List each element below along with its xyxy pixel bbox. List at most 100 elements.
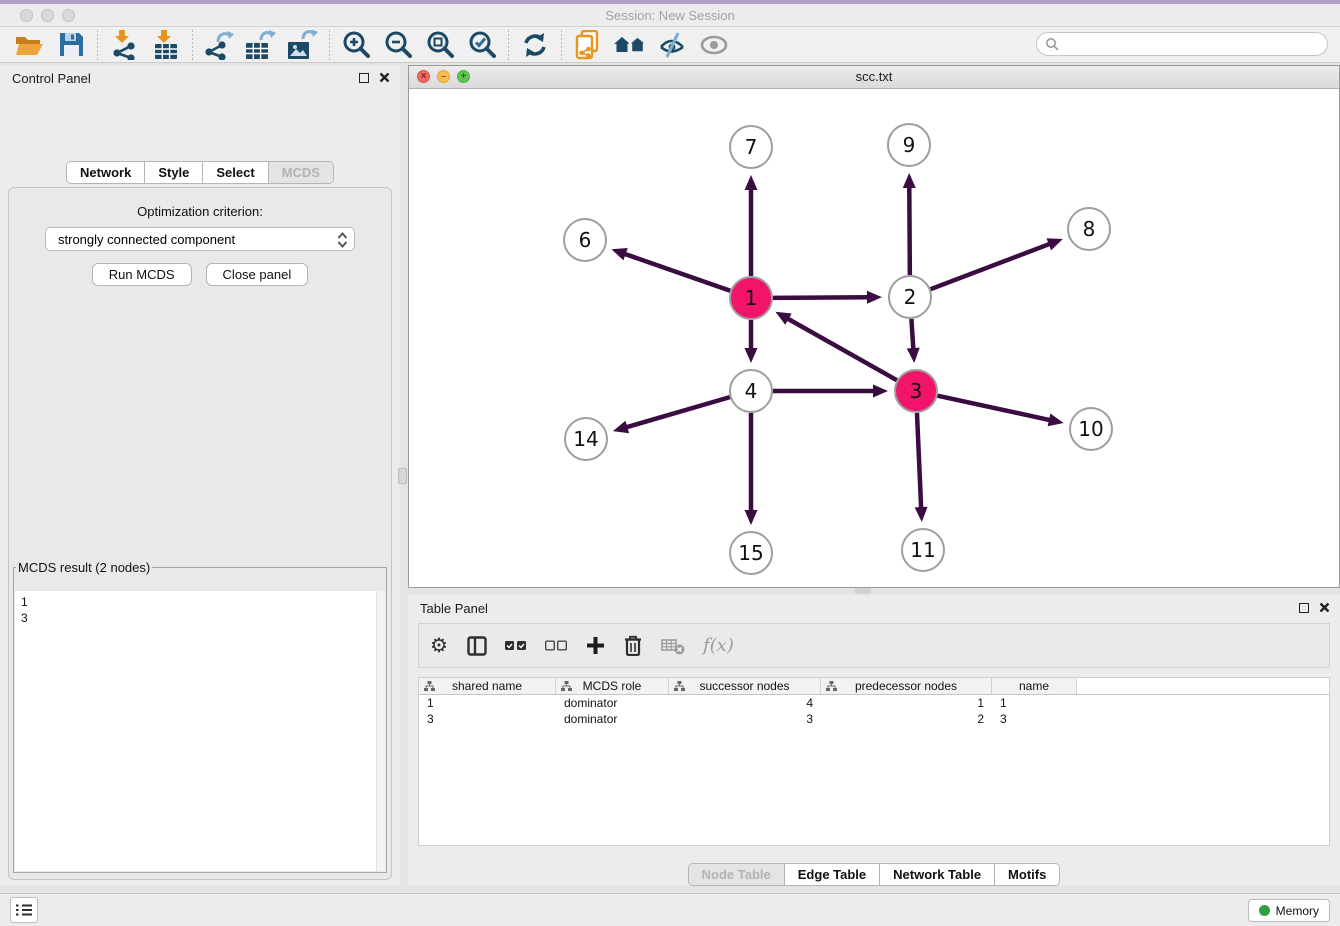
zoom-fit-button[interactable] <box>419 28 461 62</box>
task-history-button[interactable] <box>10 897 38 923</box>
import-table-icon <box>152 29 180 60</box>
export-network-button[interactable] <box>198 28 240 62</box>
table-tab-node-table[interactable]: Node Table <box>689 864 785 885</box>
edge-arrowhead <box>867 291 882 304</box>
export-network-icon <box>204 30 234 60</box>
float-table-panel-icon[interactable] <box>1299 603 1309 613</box>
tab-network[interactable]: Network <box>67 162 145 183</box>
export-table-button[interactable] <box>240 28 282 62</box>
table-tab-edge-table[interactable]: Edge Table <box>785 864 880 885</box>
list-icon <box>16 903 32 917</box>
table-tab-motifs[interactable]: Motifs <box>995 864 1059 885</box>
zoom-out-button[interactable] <box>377 28 419 62</box>
show-all-networks-button[interactable] <box>609 28 651 62</box>
graph-edge-2-3[interactable] <box>911 319 913 351</box>
float-panel-icon[interactable] <box>359 73 369 83</box>
table-settings-button[interactable]: ⚙ <box>429 634 449 658</box>
network-close-button[interactable]: × <box>417 70 430 83</box>
table-row[interactable]: 3dominator323 <box>419 711 1329 727</box>
horizontal-splitter-grip[interactable] <box>855 588 871 594</box>
export-image-button[interactable] <box>282 28 324 62</box>
deselect-all-columns-button[interactable] <box>545 634 567 658</box>
graph-edge-3-10[interactable] <box>937 396 1051 421</box>
graph-edge-2-9[interactable] <box>909 185 910 275</box>
close-panel-button[interactable]: Close panel <box>206 263 309 286</box>
delete-table-button[interactable] <box>661 634 685 658</box>
network-canvas[interactable]: 7968124314101511 <box>409 89 1339 587</box>
network-window-titlebar[interactable]: × – + scc.txt <box>409 66 1339 89</box>
optimization-criterion-label: Optimization criterion: <box>9 204 391 219</box>
mcds-result-title: MCDS result (2 nodes) <box>16 560 152 575</box>
memory-button[interactable]: Memory <box>1248 899 1330 922</box>
tab-select[interactable]: Select <box>203 162 268 183</box>
tab-mcds[interactable]: MCDS <box>269 162 333 183</box>
node-table-body: 1dominator4113dominator323 <box>419 695 1329 727</box>
table-cell: 3 <box>669 711 821 727</box>
add-row-button[interactable] <box>585 634 605 658</box>
search-icon <box>1045 37 1059 51</box>
mcds-result-textarea[interactable]: 13 <box>15 591 385 871</box>
import-network-button[interactable] <box>103 28 145 62</box>
network-maximize-button[interactable]: + <box>457 70 470 83</box>
column-header-label: predecessor nodes <box>855 679 957 693</box>
table-cell: 3 <box>992 711 1077 727</box>
graph-node-label: 7 <box>745 135 758 159</box>
unchecked-boxes-icon <box>545 640 567 651</box>
save-icon <box>59 32 84 57</box>
zoom-fit-icon <box>426 30 455 59</box>
search-field[interactable] <box>1036 32 1328 56</box>
column-header-mcds-role[interactable]: MCDS role <box>556 678 669 694</box>
tab-style[interactable]: Style <box>145 162 203 183</box>
close-table-panel-icon[interactable] <box>1319 602 1330 613</box>
delete-row-button[interactable] <box>623 634 643 658</box>
function-builder-button[interactable]: f(x) <box>703 634 734 658</box>
graph-edge-3-1[interactable] <box>786 318 897 381</box>
optimization-criterion-select[interactable]: strongly connected component <box>45 227 355 251</box>
trash-icon <box>624 635 642 656</box>
table-row[interactable]: 1dominator411 <box>419 695 1329 711</box>
run-mcds-button[interactable]: Run MCDS <box>92 263 192 286</box>
show-column-panel-button[interactable] <box>467 634 487 658</box>
control-panel-tabs: NetworkStyleSelectMCDS <box>66 161 334 184</box>
edge-arrowhead <box>745 175 758 190</box>
edge-arrowhead <box>903 173 916 188</box>
column-header-predecessor-nodes[interactable]: predecessor nodes <box>821 678 992 694</box>
edge-arrowhead <box>611 248 627 260</box>
network-graph[interactable]: 7968124314101511 <box>409 89 1339 587</box>
zoom-out-icon <box>384 30 413 59</box>
graph-edge-1-2[interactable] <box>773 297 870 298</box>
table-cell: 1 <box>821 695 992 711</box>
app-titlebar: Session: New Session <box>0 4 1340 27</box>
close-panel-icon[interactable] <box>379 72 390 83</box>
column-header-successor-nodes[interactable]: successor nodes <box>669 678 821 694</box>
vertical-splitter-grip[interactable] <box>398 468 407 484</box>
graph-edge-2-8[interactable] <box>931 243 1052 289</box>
result-scrollbar[interactable] <box>376 591 385 871</box>
network-minimize-button[interactable]: – <box>437 70 450 83</box>
table-cell: 1 <box>419 695 556 711</box>
node-table[interactable]: shared nameMCDS rolesuccessor nodes prede… <box>418 677 1330 846</box>
hide-graphics-button[interactable] <box>651 28 693 62</box>
zoom-in-button[interactable] <box>335 28 377 62</box>
checked-boxes-icon <box>505 640 527 651</box>
table-cell: 3 <box>419 711 556 727</box>
column-header-name[interactable]: name <box>992 678 1077 694</box>
graph-edge-4-14[interactable] <box>624 397 729 428</box>
table-panel: Table Panel ⚙ f(x) shared nameMCDS roles… <box>408 595 1340 885</box>
show-graphics-details-button[interactable] <box>693 28 735 62</box>
import-table-button[interactable] <box>145 28 187 62</box>
open-session-button[interactable] <box>8 28 50 62</box>
table-cell: 2 <box>821 711 992 727</box>
select-all-columns-button[interactable] <box>505 634 527 658</box>
zoom-selected-button[interactable] <box>461 28 503 62</box>
graph-edge-3-11[interactable] <box>917 413 921 510</box>
refresh-button[interactable] <box>514 28 556 62</box>
table-tab-network-table[interactable]: Network Table <box>880 864 995 885</box>
graph-edge-1-6[interactable] <box>623 253 730 291</box>
search-input[interactable] <box>1059 34 1327 54</box>
table-cell: 4 <box>669 695 821 711</box>
column-header-shared-name[interactable]: shared name <box>419 678 556 694</box>
save-session-button[interactable] <box>50 28 92 62</box>
manage-networks-button[interactable] <box>567 28 609 62</box>
zoom-selected-icon <box>468 30 497 59</box>
